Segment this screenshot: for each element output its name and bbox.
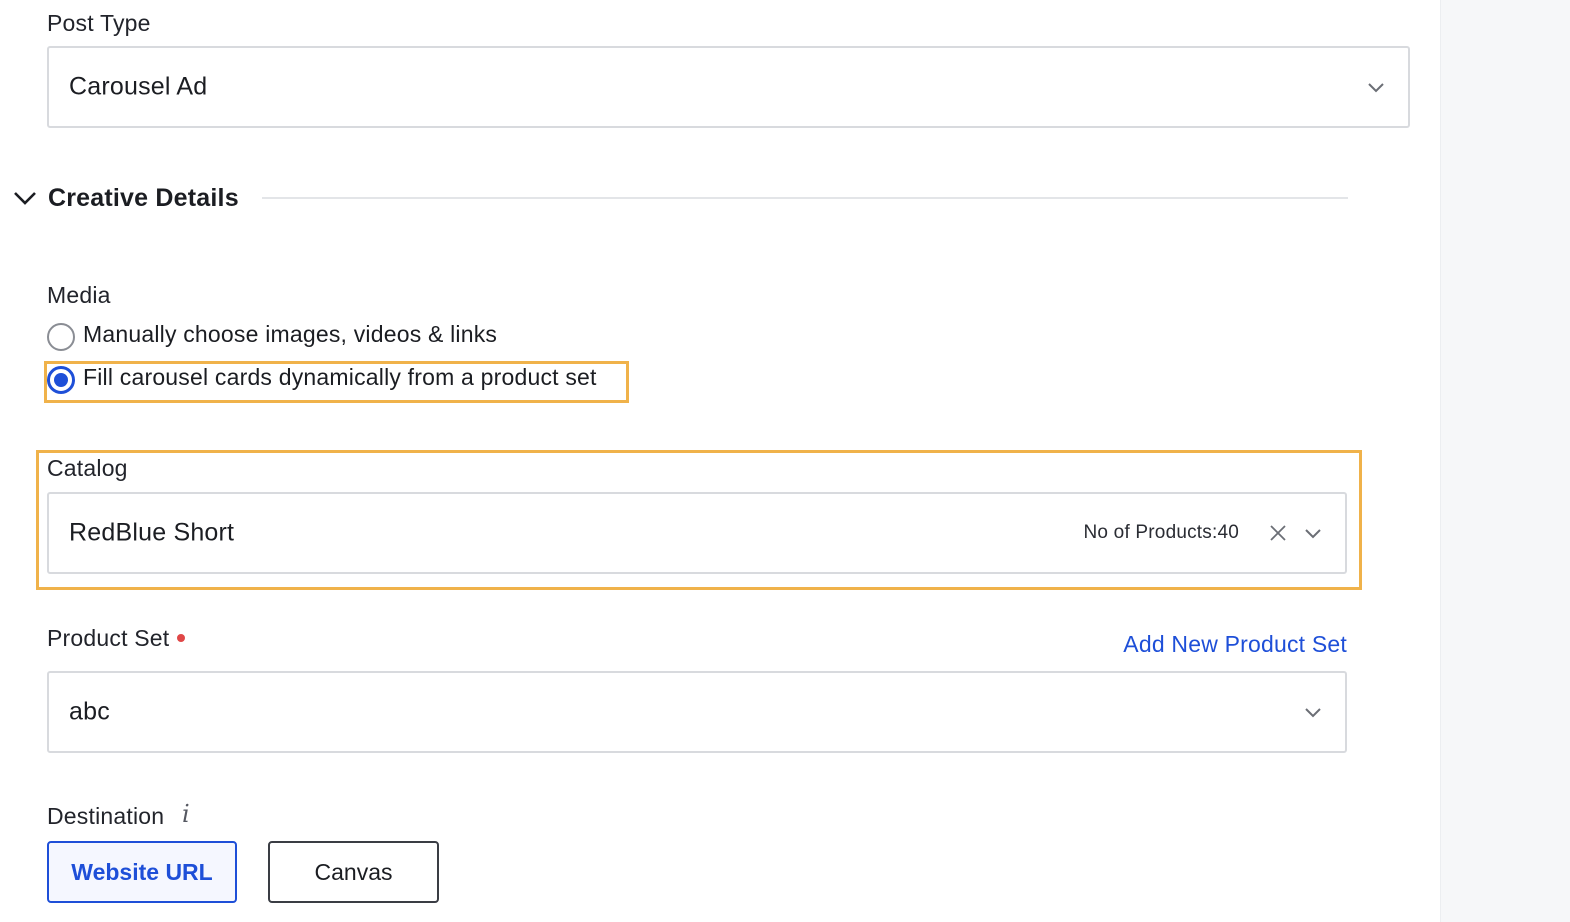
chevron-down-icon bbox=[1305, 529, 1321, 539]
product-set-value: abc bbox=[69, 697, 110, 726]
required-indicator bbox=[177, 633, 186, 642]
media-option-manual[interactable]: Manually choose images, videos & links bbox=[47, 321, 527, 355]
radio-button-selected[interactable] bbox=[47, 366, 75, 394]
radio-label: Fill carousel cards dynamically from a p… bbox=[83, 364, 597, 390]
media-label: Media bbox=[47, 282, 111, 308]
catalog-label: Catalog bbox=[47, 455, 128, 481]
creative-details-header[interactable]: Creative Details bbox=[12, 178, 1352, 220]
catalog-value: RedBlue Short bbox=[69, 518, 235, 547]
media-option-product-set[interactable]: Fill carousel cards dynamically from a p… bbox=[47, 364, 627, 398]
product-set-select[interactable]: abc bbox=[47, 671, 1347, 753]
product-set-label: Product Set bbox=[47, 625, 186, 652]
section-title: Creative Details bbox=[48, 184, 239, 212]
product-set-label-text: Product Set bbox=[47, 625, 170, 651]
catalog-select[interactable]: RedBlue Short No of Products:40 bbox=[47, 492, 1347, 574]
add-new-product-set-link[interactable]: Add New Product Set bbox=[1123, 631, 1347, 658]
website-url-button[interactable]: Website URL bbox=[47, 841, 237, 903]
product-count: No of Products:40 bbox=[1083, 522, 1239, 543]
chevron-down-icon[interactable] bbox=[12, 187, 38, 209]
right-side-panel bbox=[1440, 0, 1570, 922]
info-icon[interactable]: i bbox=[182, 800, 190, 828]
post-type-label: Post Type bbox=[47, 10, 151, 36]
radio-label: Manually choose images, videos & links bbox=[83, 321, 498, 347]
chevron-down-icon bbox=[1368, 83, 1384, 93]
destination-label: Destination bbox=[47, 803, 165, 829]
post-type-value: Carousel Ad bbox=[69, 72, 208, 101]
post-type-select[interactable]: Carousel Ad bbox=[47, 46, 1410, 128]
close-icon[interactable] bbox=[1269, 524, 1287, 542]
canvas-button[interactable]: Canvas bbox=[268, 841, 439, 903]
section-divider bbox=[262, 197, 1348, 199]
chevron-down-icon bbox=[1305, 708, 1321, 718]
radio-button[interactable] bbox=[47, 323, 75, 351]
